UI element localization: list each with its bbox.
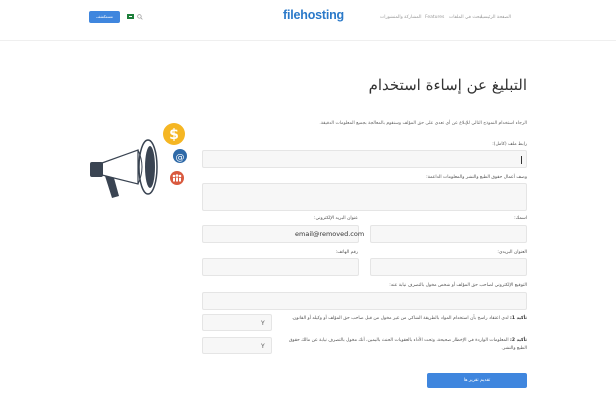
header-action-button[interactable]: مستكشف [89, 11, 120, 23]
flag-icon[interactable] [127, 14, 134, 19]
link-input[interactable] [202, 150, 527, 168]
at-icon: @ [173, 149, 187, 163]
link-label: رابط ملف (كامل): [492, 142, 527, 147]
name-label: اسمك: [514, 216, 527, 221]
megaphone-icon [90, 139, 158, 198]
nav-item-search-files[interactable]: ابحث في الملفات [449, 14, 482, 22]
confirm1-body: لدي اعتقاد راسخ بأن استخدام المواد بالطر… [291, 316, 509, 321]
signature-label: التوقيع الإلكتروني لصاحب حق المؤلف أو شخ… [389, 283, 527, 288]
email-input[interactable]: email@removed.com [202, 225, 364, 243]
phone-label: رقم الهاتف: [335, 250, 358, 255]
text-caret [521, 156, 522, 164]
people-icon [170, 171, 184, 185]
confirm2-text: تأكيد 2: المعلومات الواردة في الإخطار صح… [287, 337, 527, 353]
page-title: التبليغ عن إساءة استخدام [368, 76, 527, 94]
nav-item-sharing[interactable]: المشاركة والمنشورات [380, 14, 422, 22]
confirm1-text: تأكيد 1: لدي اعتقاد راسخ بأن استخدام الم… [287, 315, 528, 323]
confirm2-prefix: تأكيد 2: [510, 338, 527, 343]
submit-report-button[interactable]: تقديم تقرير ها [427, 373, 527, 388]
intro-text: الرجاء استخدام النموذج التالي للإبلاغ عن… [319, 121, 527, 126]
site-logo[interactable]: filehosting [283, 8, 344, 22]
name-input[interactable] [370, 225, 527, 243]
confirm1-prefix: تأكيد 1: [510, 316, 527, 321]
confirm1-select[interactable]: Y [202, 314, 272, 331]
svg-text:@: @ [176, 153, 185, 163]
email-label: عنوان البريد الإلكتروني: [313, 216, 358, 221]
signature-input[interactable] [202, 292, 527, 310]
nav-item-home[interactable]: الصفحة الرئيسية [480, 14, 511, 22]
confirm2-select[interactable]: Y [202, 337, 272, 354]
email-value: email@removed.com [295, 230, 365, 238]
phone-input[interactable] [202, 258, 359, 276]
search-icon[interactable] [137, 14, 143, 20]
svg-text:$: $ [169, 127, 179, 143]
confirm2-value: Y [261, 343, 265, 350]
confirm1-value: Y [261, 320, 265, 327]
dollar-icon: $ [163, 123, 185, 145]
confirm2-body: المعلومات الواردة في الإخطار صحيحة، وتحت… [288, 338, 527, 351]
address-input[interactable] [370, 258, 527, 276]
nav-item-features[interactable]: Features [425, 14, 444, 22]
megaphone-illustration: $ @ [90, 123, 187, 198]
description-label: وصف أعمال حقوق الطبع والنشر والمعلومات ا… [426, 175, 527, 180]
top-header: مستكشف filehosting المشاركة والمنشورات F… [0, 0, 616, 41]
description-textarea[interactable] [202, 183, 527, 211]
address-label: العنوان البريدي: [497, 250, 527, 255]
